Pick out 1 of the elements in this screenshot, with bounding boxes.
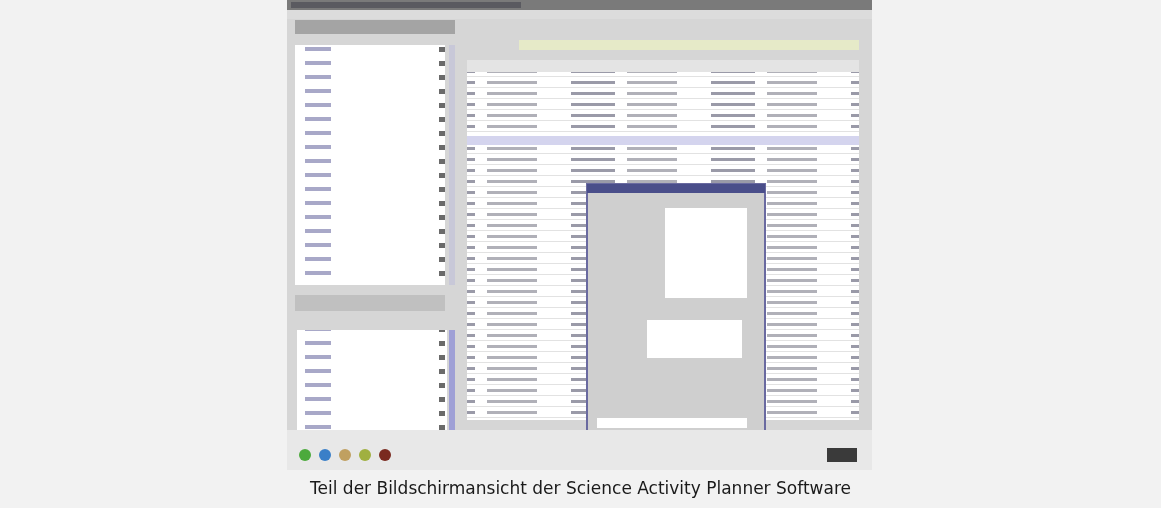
figure-caption: Teil der Bildschirmansicht der Science Activity Planner Software xyxy=(310,477,851,500)
